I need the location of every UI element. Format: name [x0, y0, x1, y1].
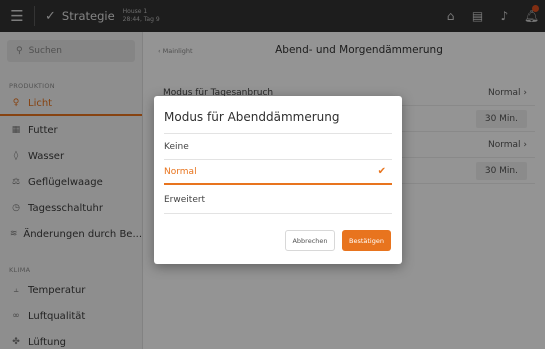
- option-label: Erweitert: [164, 194, 206, 205]
- option-keine[interactable]: Keine: [164, 134, 392, 159]
- check-icon: ✔: [377, 166, 386, 177]
- dialog-title: Modus für Abenddämmerung: [164, 110, 340, 124]
- option-label: Normal: [164, 166, 197, 177]
- dusk-mode-dialog: Modus für Abenddämmerung Keine Normal ✔ …: [154, 96, 402, 264]
- option-label: Keine: [164, 141, 189, 152]
- confirm-button[interactable]: Bestätigen: [342, 230, 391, 251]
- option-divider: [164, 213, 392, 214]
- option-normal[interactable]: Normal ✔: [164, 160, 392, 185]
- cancel-button[interactable]: Abbrechen: [285, 230, 335, 251]
- option-erweitert[interactable]: Erweitert: [164, 187, 392, 212]
